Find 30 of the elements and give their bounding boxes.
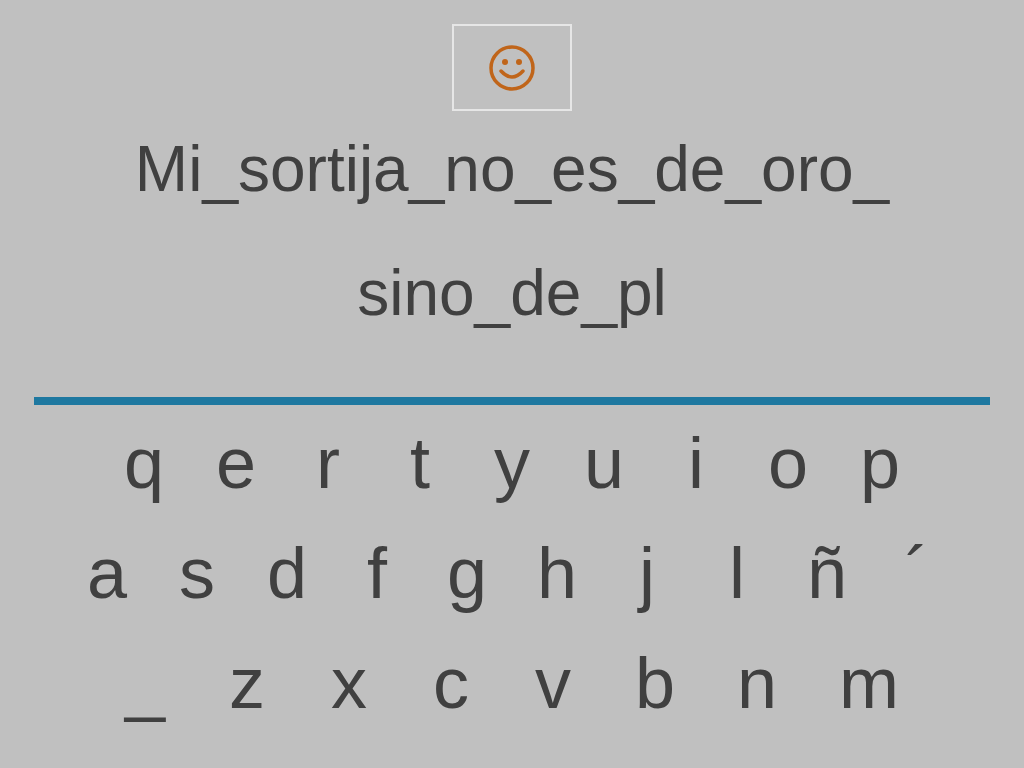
letter-key[interactable]: m	[833, 637, 906, 729]
smiley-icon	[487, 42, 537, 93]
letter-key[interactable]: o	[762, 417, 815, 509]
letter-key[interactable]: g	[440, 527, 493, 619]
letter-key[interactable]: p	[854, 417, 907, 509]
letter-key[interactable]: q	[117, 417, 170, 509]
letter-key[interactable]: a	[80, 527, 133, 619]
letter-key[interactable]: i	[670, 417, 722, 509]
phrase-line: sino_de_pl	[357, 256, 667, 331]
letter-key[interactable]: t	[393, 417, 446, 509]
letter-key[interactable]: z	[220, 637, 273, 729]
letter-key[interactable]: h	[531, 527, 584, 619]
letter-key[interactable]: b	[628, 637, 681, 729]
letter-key[interactable]: ´	[891, 527, 944, 619]
letter-key[interactable]: x	[322, 637, 375, 729]
letter-key[interactable]: j	[621, 527, 674, 619]
letter-key[interactable]: n	[731, 637, 784, 729]
phrase-line: Mi_sortija_no_es_de_oro_	[134, 132, 890, 207]
letter-key[interactable]: d	[260, 527, 313, 619]
letter-key[interactable]: l	[711, 527, 764, 619]
letter-key[interactable]: u	[577, 417, 630, 509]
letter-key[interactable]: ñ	[801, 527, 854, 619]
letter-key[interactable]: _	[118, 637, 171, 729]
letter-key[interactable]: y	[485, 417, 538, 509]
letter-key[interactable]: v	[526, 637, 579, 729]
letter-key[interactable]: r	[301, 417, 354, 509]
letter-key[interactable]: s	[170, 527, 223, 619]
letter-key[interactable]: c	[424, 637, 477, 729]
letter-key[interactable]: e	[209, 417, 262, 509]
letter-key[interactable]: f	[350, 527, 403, 619]
